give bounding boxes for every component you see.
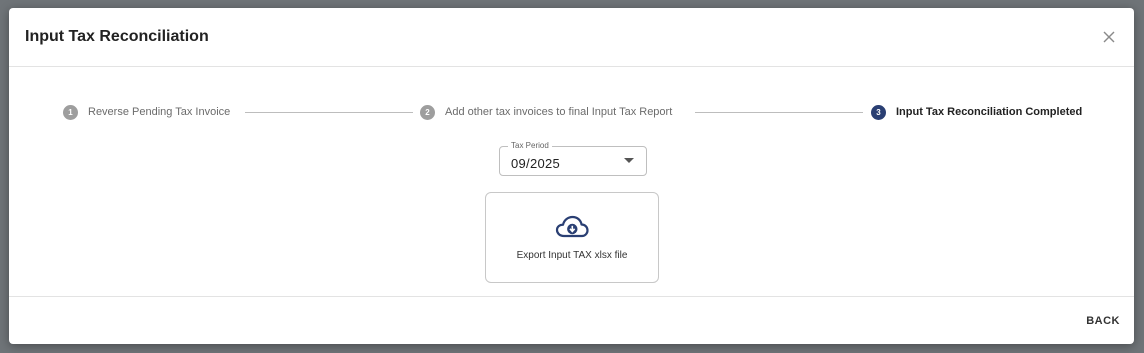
- step-connector-2: [695, 112, 863, 113]
- close-icon: [1103, 31, 1115, 43]
- caret-down-icon: [624, 158, 634, 163]
- tax-period-select[interactable]: Tax Period 09/2025: [499, 141, 647, 176]
- step-3: 3 Input Tax Reconciliation Completed: [871, 104, 1082, 120]
- step-3-number: 3: [871, 104, 886, 120]
- export-label: Export Input TAX xlsx file: [516, 250, 628, 261]
- step-2: 2 Add other tax invoices to final Input …: [420, 104, 672, 120]
- stepper: 1 Reverse Pending Tax Invoice 2 Add othe…: [9, 104, 1134, 120]
- step-1-number: 1: [63, 104, 78, 120]
- step-connector-1: [245, 112, 413, 113]
- cloud-download-icon: [555, 215, 589, 238]
- step-2-number: 2: [420, 104, 435, 120]
- step-3-label: Input Tax Reconciliation Completed: [896, 106, 1083, 118]
- step-1: 1 Reverse Pending Tax Invoice: [63, 104, 230, 120]
- input-tax-reconciliation-dialog: Input Tax Reconciliation 1 Reverse Pendi…: [9, 8, 1134, 344]
- close-button[interactable]: [1098, 26, 1120, 48]
- dialog-footer: BACK: [9, 296, 1134, 344]
- tax-period-value: 09/2025: [511, 156, 561, 171]
- step-2-label: Add other tax invoices to final Input Ta…: [445, 106, 673, 118]
- dialog-header: Input Tax Reconciliation: [9, 8, 1134, 67]
- tax-period-label: Tax Period: [508, 141, 552, 150]
- export-input-tax-button[interactable]: Export Input TAX xlsx file: [485, 192, 659, 283]
- step-1-label: Reverse Pending Tax Invoice: [88, 106, 231, 118]
- dialog-title: Input Tax Reconciliation: [25, 28, 209, 45]
- back-button[interactable]: BACK: [1086, 315, 1120, 327]
